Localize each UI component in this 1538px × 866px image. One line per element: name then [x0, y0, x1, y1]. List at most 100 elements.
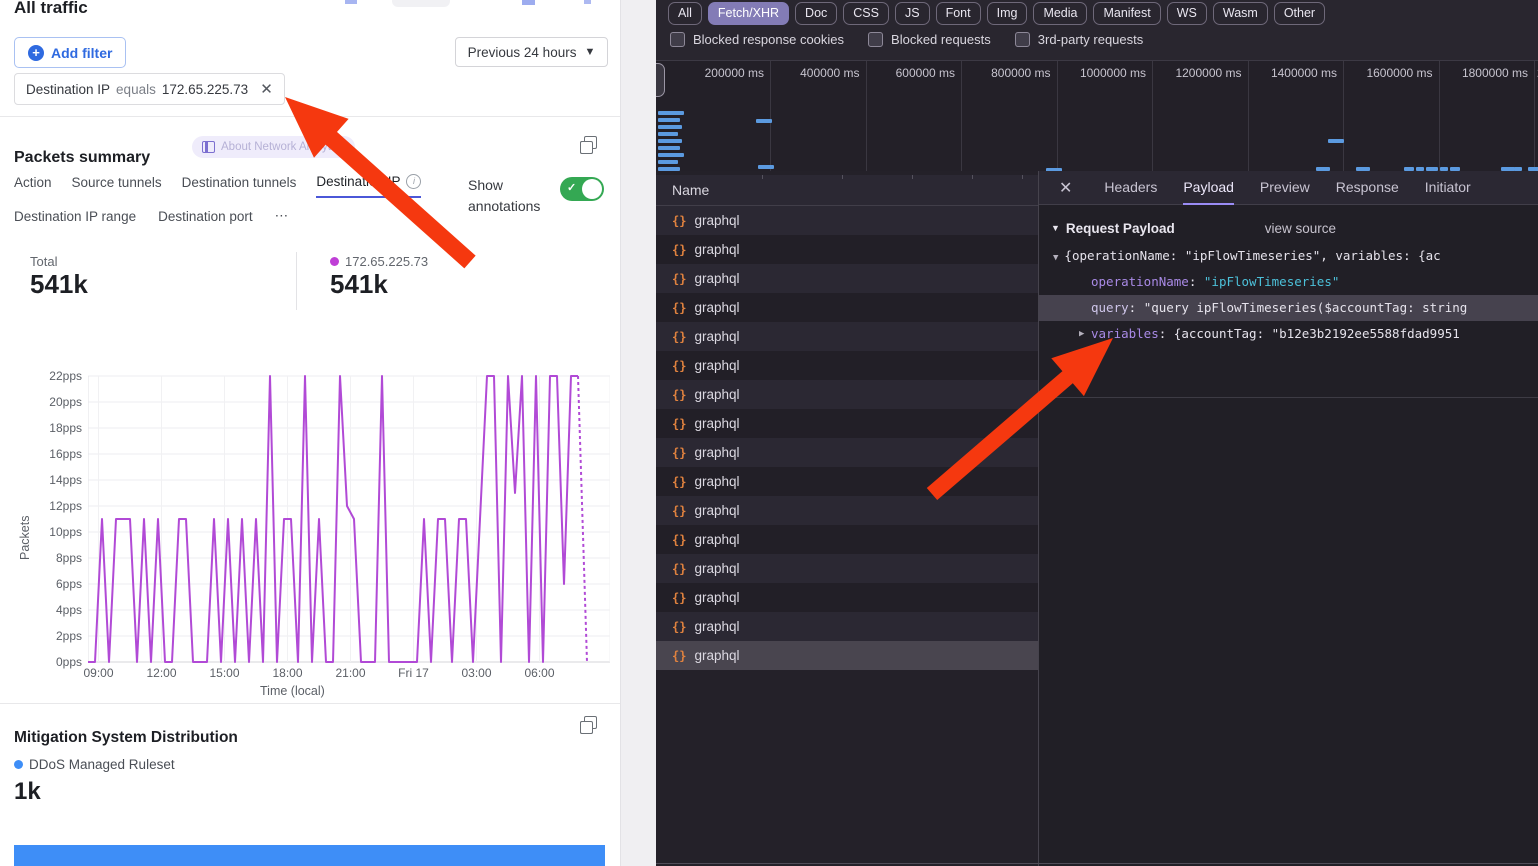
- checkbox-icon[interactable]: [670, 32, 685, 47]
- collapse-triangle-icon: ▼: [1051, 223, 1060, 233]
- request-name: graphql: [694, 503, 739, 518]
- filter-operator: equals: [116, 82, 156, 97]
- json-braces-icon: {}: [672, 388, 686, 402]
- request-payload-header[interactable]: ▼ Request Payload view source: [1039, 205, 1538, 243]
- add-filter-label: Add filter: [51, 45, 112, 61]
- network-request-row[interactable]: {}graphql: [656, 525, 1038, 554]
- filter-pill-wasm[interactable]: Wasm: [1213, 2, 1268, 25]
- filter-pill-ws[interactable]: WS: [1167, 2, 1207, 25]
- checkbox-label: 3rd-party requests: [1038, 32, 1144, 47]
- chart-x-axis-label: Time (local): [260, 684, 325, 698]
- payload-preview-line[interactable]: ▼{operationName: "ipFlowTimeseries", var…: [1039, 243, 1538, 269]
- filter-pill-js[interactable]: JS: [895, 2, 930, 25]
- network-request-row[interactable]: {}graphql: [656, 206, 1038, 235]
- request-timing-mark: [758, 165, 774, 169]
- network-request-row[interactable]: {}graphql: [656, 322, 1038, 351]
- payload-entry-variables[interactable]: ▶variables: {accountTag: "b12e3b2192ee55…: [1039, 321, 1538, 347]
- filter-pill-img[interactable]: Img: [987, 2, 1028, 25]
- detail-tab-headers[interactable]: Headers: [1104, 171, 1157, 205]
- divider: [1039, 397, 1538, 398]
- copy-panel-icon[interactable]: [580, 721, 593, 734]
- book-icon: [202, 141, 215, 153]
- close-icon[interactable]: ✕: [260, 80, 273, 98]
- checkbox-blocked-requests[interactable]: Blocked requests: [868, 32, 991, 47]
- copy-panel-icon[interactable]: [580, 141, 593, 154]
- network-request-row[interactable]: {}graphql: [656, 409, 1038, 438]
- add-filter-button[interactable]: + Add filter: [14, 37, 126, 68]
- request-type-filters: All Fetch/XHR Doc CSS JS Font ImgMedia Manifest…: [668, 2, 1325, 25]
- network-request-row[interactable]: {}graphql: [656, 438, 1038, 467]
- checkbox-3rd-party-requests[interactable]: 3rd-party requests: [1015, 32, 1144, 47]
- packets-line-chart: [88, 374, 610, 664]
- network-request-row[interactable]: {}graphql: [656, 612, 1038, 641]
- expand-triangle-icon[interactable]: ▶: [1079, 321, 1084, 347]
- about-network-analytics-badge[interactable]: About Network Analytics: [192, 136, 355, 158]
- detail-tab-preview[interactable]: Preview: [1260, 171, 1310, 205]
- network-request-row[interactable]: {}graphql: [656, 264, 1038, 293]
- network-request-row[interactable]: {}graphql: [656, 351, 1038, 380]
- stat-destination-ip[interactable]: 172.65.225.73 541k: [330, 254, 428, 300]
- collapse-triangle-icon: ▼: [1053, 253, 1058, 263]
- payload-entry-query[interactable]: query: "query ipFlowTimeseries($accountT…: [1039, 295, 1538, 321]
- filter-pill-font[interactable]: Font: [936, 2, 981, 25]
- devtools-network-panel: All Fetch/XHR Doc CSS JS Font ImgMedia Manifest…: [656, 0, 1538, 866]
- checkbox-blocked-response-cookies[interactable]: Blocked response cookies: [670, 32, 844, 47]
- filter-pill-css[interactable]: CSS: [843, 2, 889, 25]
- close-icon[interactable]: ✕: [1059, 178, 1072, 198]
- view-source-link[interactable]: view source: [1265, 221, 1336, 236]
- network-request-row[interactable]: {}graphql: [656, 467, 1038, 496]
- stat-label: Total: [30, 254, 88, 269]
- detail-tab-initiator[interactable]: Initiator: [1425, 171, 1471, 205]
- filter-pill-fetch-xhr[interactable]: Fetch/XHR: [708, 2, 789, 25]
- payload-entry-operationname[interactable]: operationName: "ipFlowTimeseries": [1039, 269, 1538, 295]
- checkbox-icon[interactable]: [868, 32, 883, 47]
- detail-tab-payload[interactable]: Payload: [1183, 171, 1234, 205]
- tab-destination-tunnels[interactable]: Destination tunnels: [182, 174, 297, 198]
- tab-source-tunnels[interactable]: Source tunnels: [72, 174, 162, 198]
- filter-pill-manifest[interactable]: Manifest: [1093, 2, 1160, 25]
- mitigation-bar[interactable]: [14, 845, 605, 866]
- mitigation-title: Mitigation System Distribution: [14, 729, 238, 747]
- network-request-row[interactable]: {}graphql: [656, 496, 1038, 525]
- tab-destination-ip[interactable]: Destination IPi: [316, 174, 421, 198]
- network-request-row[interactable]: {}graphql: [656, 380, 1038, 409]
- filter-pill-all[interactable]: All: [668, 2, 702, 25]
- filter-pill-media[interactable]: Media: [1033, 2, 1087, 25]
- request-name: graphql: [694, 561, 739, 576]
- request-timing-mark: [1328, 139, 1344, 143]
- y-tick-label: 14pps: [20, 473, 82, 487]
- network-overview-timeline[interactable]: 200000 ms400000 ms600000 ms800000 ms1000…: [656, 60, 1538, 172]
- time-range-dropdown[interactable]: Previous 24 hours ▼: [455, 37, 608, 67]
- timeline-grip-handle[interactable]: [656, 63, 665, 97]
- filter-pill-other[interactable]: Other: [1274, 2, 1325, 25]
- name-column-header[interactable]: Name: [656, 175, 1038, 206]
- tab-[interactable]: ⋯: [275, 208, 289, 231]
- network-request-row[interactable]: {}graphql: [656, 641, 1038, 670]
- divider: [0, 703, 620, 704]
- checkbox-icon[interactable]: [1015, 32, 1030, 47]
- history-clock-icon[interactable]: [333, 138, 348, 153]
- y-tick-label: 22pps: [20, 369, 82, 383]
- timeline-tick-label: 800000 ms: [965, 66, 1051, 80]
- clipped-toolbar-fragment: [584, 0, 591, 4]
- network-request-row[interactable]: {}graphql: [656, 583, 1038, 612]
- filter-pill-doc[interactable]: Doc: [795, 2, 837, 25]
- packets-tabs-row-1: Action Source tunnels Destination tunnels D…: [14, 174, 421, 198]
- network-request-row[interactable]: {}graphql: [656, 293, 1038, 322]
- json-braces-icon: {}: [672, 417, 686, 431]
- divider: [296, 252, 297, 310]
- detail-tab-response[interactable]: Response: [1336, 171, 1399, 205]
- tab-action[interactable]: Action: [14, 174, 52, 198]
- network-request-row[interactable]: {}graphql: [656, 554, 1038, 583]
- network-request-row[interactable]: {}graphql: [656, 235, 1038, 264]
- tab-destination-ip-range[interactable]: Destination IP range: [14, 208, 136, 231]
- request-timing-mark: [658, 118, 680, 122]
- timeline-tick-label: 600000 ms: [869, 66, 955, 80]
- request-name: graphql: [694, 213, 739, 228]
- filter-chip[interactable]: Destination IP equals 172.65.225.73 ✕: [14, 73, 285, 105]
- request-name: graphql: [694, 242, 739, 257]
- tab-destination-port[interactable]: Destination port: [158, 208, 253, 231]
- stat-value: 541k: [30, 269, 88, 300]
- payload-colon: :: [1129, 300, 1144, 315]
- show-annotations-toggle[interactable]: ✓: [560, 177, 604, 201]
